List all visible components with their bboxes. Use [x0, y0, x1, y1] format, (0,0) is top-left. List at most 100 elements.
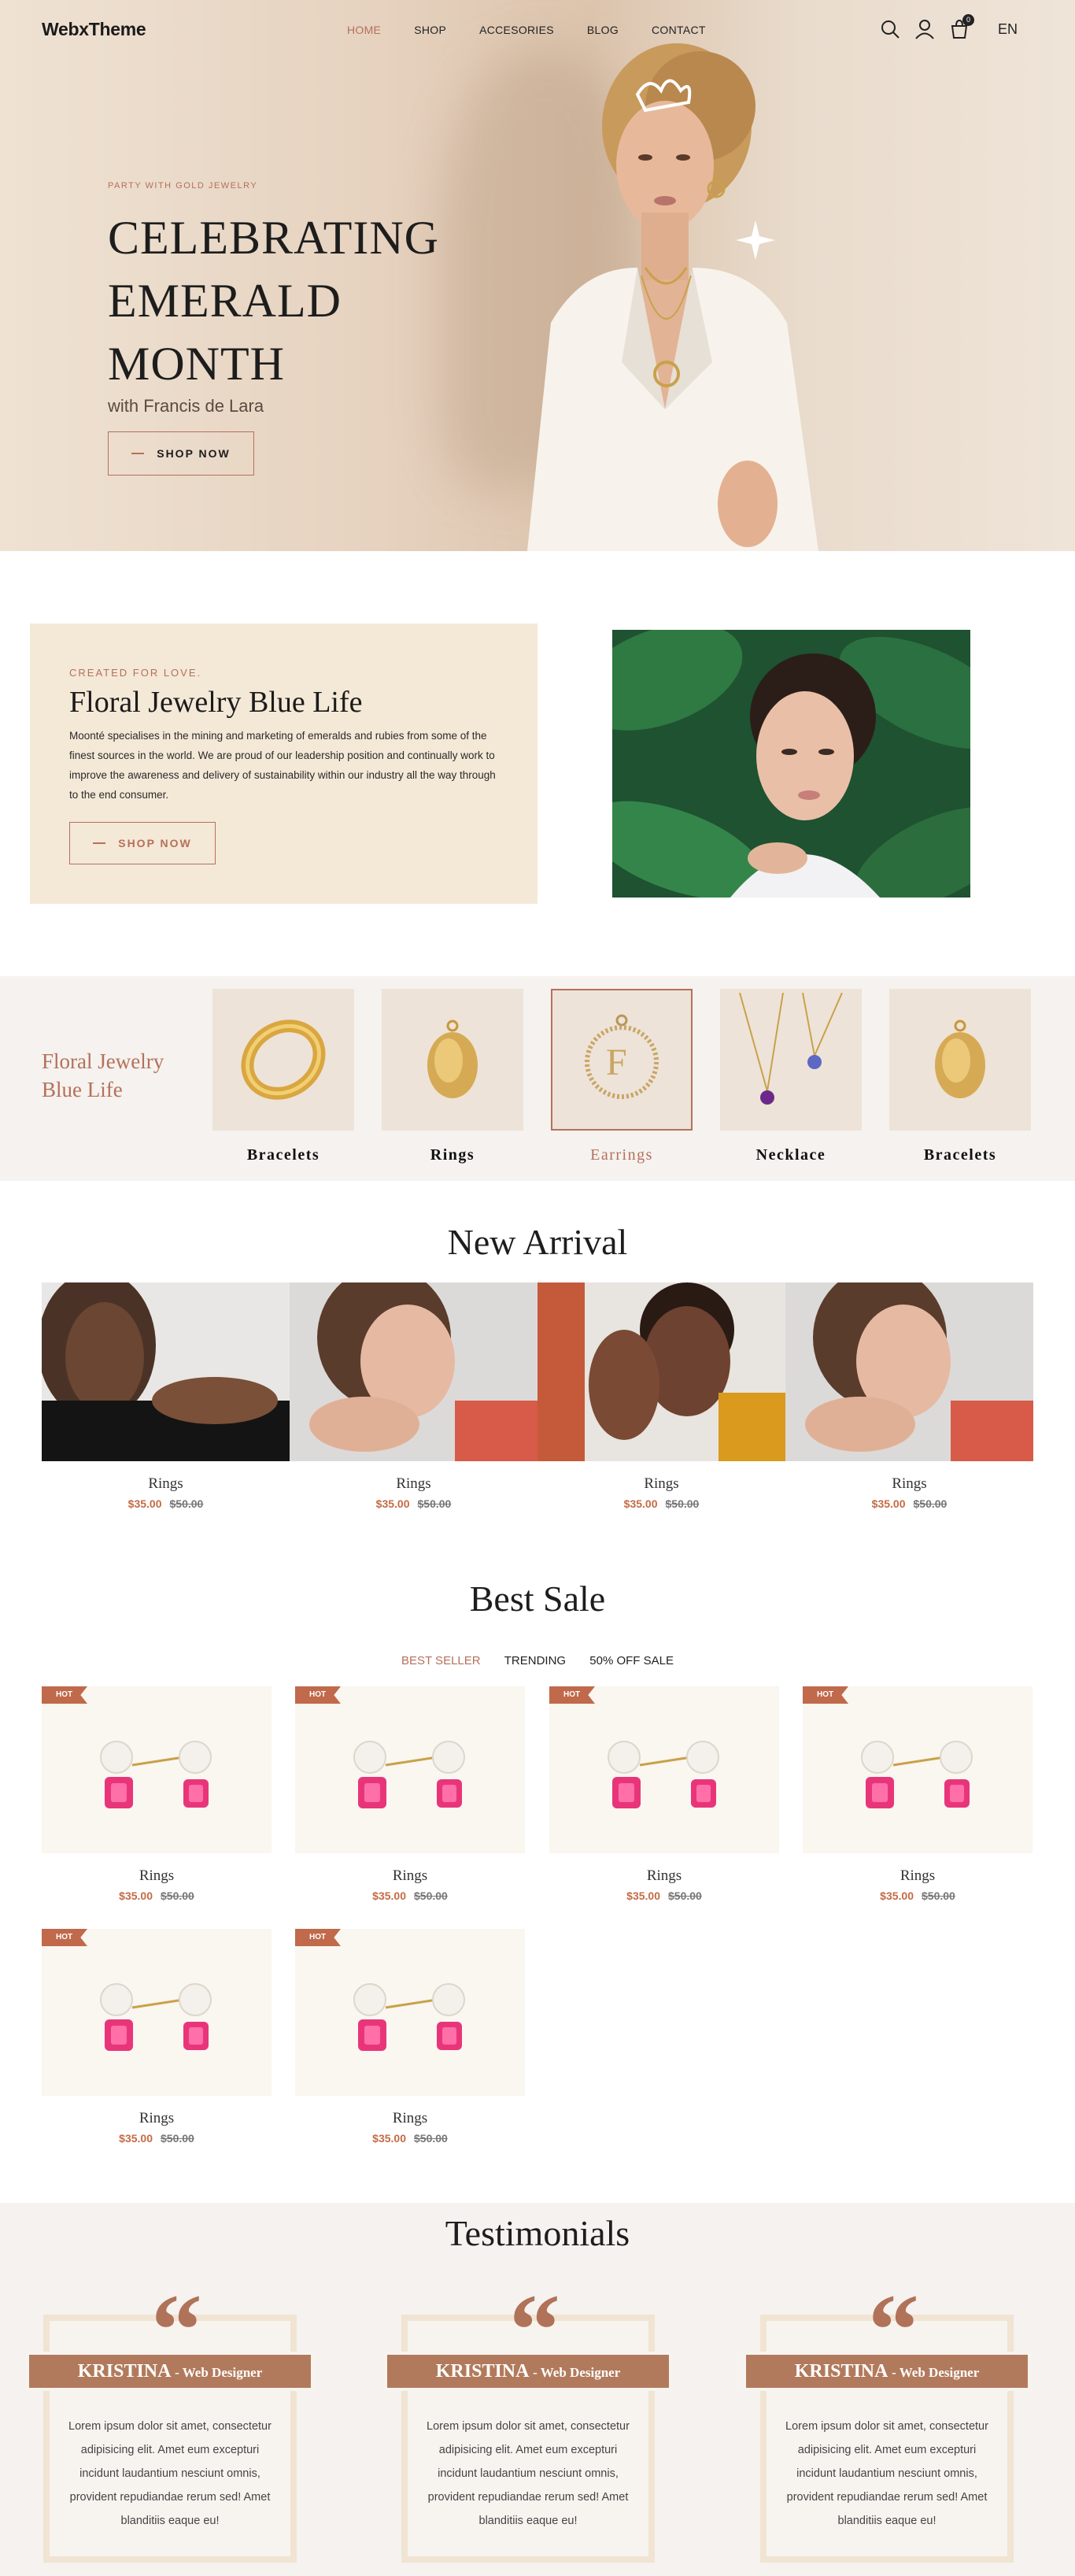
- product-name: Rings: [900, 1867, 936, 1884]
- author-role: - Web Designer: [175, 2365, 263, 2380]
- product-card[interactable]: HOT Rings $35.00 $50.00: [803, 1686, 1033, 1902]
- category-item-rings[interactable]: Rings: [382, 989, 523, 1164]
- old-price: $50.00: [414, 1889, 448, 1902]
- product-card[interactable]: HOT Rings $35.00 $50.00: [295, 1686, 525, 1902]
- gold-band-ring-icon: [241, 1020, 326, 1100]
- cart-button[interactable]: 0: [949, 14, 974, 39]
- old-price: $50.00: [414, 2132, 448, 2145]
- nav-accessories[interactable]: ACCESORIES: [479, 24, 554, 36]
- testimonial-author: KRISTINA - Web Designer: [746, 2355, 1028, 2388]
- intro-body: Moonté specialises in the mining and mar…: [69, 730, 496, 801]
- product-card[interactable]: Rings $35.00 $50.00: [538, 1282, 785, 1510]
- product-card[interactable]: HOT Rings $35.00 $50.00: [295, 1929, 525, 2145]
- product-image: [290, 1282, 538, 1461]
- dash-icon: [93, 842, 106, 844]
- product-card[interactable]: HOT Rings $35.00 $50.00: [549, 1686, 779, 1902]
- sale-price: $35.00: [623, 1497, 658, 1510]
- category-thumb: [382, 989, 523, 1131]
- site-header: WebxTheme HOME SHOP ACCESORIES BLOG CONT…: [0, 0, 1075, 63]
- best-sale-tabs: BEST SELLER TRENDING 50% OFF SALE: [0, 1654, 1075, 1667]
- sale-price: $35.00: [372, 2132, 406, 2145]
- oval-pendant-icon: [427, 1020, 478, 1098]
- site-logo[interactable]: WebxTheme: [42, 19, 146, 40]
- sale-price: $35.00: [626, 1889, 660, 1902]
- category-thumb: [720, 989, 862, 1131]
- testimonial-card: “ KRISTINA - Web Designer Lorem ipsum do…: [387, 2279, 669, 2563]
- category-item-necklace[interactable]: Necklace: [720, 989, 862, 1164]
- category-strip-title: Floral Jewelry Blue Life: [42, 1049, 164, 1101]
- sale-price: $35.00: [871, 1497, 906, 1510]
- old-price: $50.00: [169, 1497, 204, 1510]
- author-role: - Web Designer: [533, 2365, 621, 2380]
- product-price: $35.00 $50.00: [290, 1497, 538, 1510]
- intro-kicker: CREATED FOR LOVE.: [69, 667, 202, 679]
- header-icons: 0 EN: [880, 14, 1018, 39]
- product-card[interactable]: HOT Rings $35.00 $50.00: [42, 1686, 272, 1902]
- search-icon[interactable]: [880, 19, 900, 39]
- product-card[interactable]: Rings $35.00 $50.00: [42, 1282, 290, 1510]
- language-switcher[interactable]: EN: [998, 21, 1018, 38]
- old-price: $50.00: [161, 2132, 194, 2145]
- intro-title: Floral Jewelry Blue Life: [69, 686, 363, 719]
- best-sale-title: Best Sale: [469, 1579, 606, 1619]
- old-price: $50.00: [161, 1889, 194, 1902]
- intro-shop-now-label: SHOP NOW: [118, 837, 192, 849]
- product-name: Rings: [392, 2110, 428, 2126]
- product-price: $35.00 $50.00: [785, 1497, 1033, 1510]
- hot-badge: HOT: [549, 1686, 595, 1704]
- tab-trending[interactable]: TRENDING: [504, 1654, 566, 1667]
- product-card[interactable]: Rings $35.00 $50.00: [785, 1282, 1033, 1510]
- product-price: $35.00 $50.00: [42, 1497, 290, 1510]
- tab-50-off-sale[interactable]: 50% OFF SALE: [589, 1654, 674, 1667]
- hero-shop-now-label: SHOP NOW: [157, 447, 231, 460]
- category-label: Bracelets: [923, 1146, 997, 1164]
- nav-shop[interactable]: SHOP: [414, 24, 446, 36]
- product-card[interactable]: Rings $35.00 $50.00: [290, 1282, 538, 1510]
- product-name: Rings: [139, 1867, 175, 1884]
- product-image: HOT: [42, 1686, 272, 1853]
- hero-shop-now-button[interactable]: SHOP NOW: [108, 431, 254, 476]
- hero-title: CELEBRATING EMERALD MONTH: [108, 212, 439, 390]
- sale-price: $35.00: [375, 1497, 410, 1510]
- sale-price: $35.00: [372, 1889, 406, 1902]
- product-image: [785, 1282, 1033, 1461]
- product-price: $35.00 $50.00: [803, 1889, 1033, 1902]
- product-name: Rings: [396, 1475, 431, 1492]
- sale-price: $35.00: [119, 2132, 153, 2145]
- hero-subtitle: with Francis de Lara: [108, 396, 264, 416]
- hero-model-image: [527, 43, 818, 551]
- product-name: Rings: [392, 1867, 428, 1884]
- old-price: $50.00: [922, 1889, 955, 1902]
- category-thumb: [212, 989, 354, 1131]
- product-name: Rings: [646, 1867, 682, 1884]
- nav-home[interactable]: HOME: [347, 24, 381, 36]
- category-item-bracelets[interactable]: Bracelets: [212, 989, 354, 1164]
- category-label: Rings: [430, 1146, 475, 1164]
- old-price: $50.00: [913, 1497, 948, 1510]
- testimonials-title: Testimonials: [445, 2213, 630, 2253]
- hero-kicker: PARTY WITH GOLD JEWELRY: [108, 181, 258, 191]
- product-price: $35.00 $50.00: [538, 1497, 785, 1510]
- product-card[interactable]: HOT Rings $35.00 $50.00: [42, 1929, 272, 2145]
- intro-shop-now-button[interactable]: SHOP NOW: [69, 822, 216, 864]
- author-name: KRISTINA: [435, 2361, 529, 2382]
- product-image: [42, 1282, 290, 1461]
- model-with-leaves-image: [612, 630, 970, 898]
- category-item-earrings[interactable]: F Earrings: [551, 989, 693, 1164]
- product-price: $35.00 $50.00: [549, 1889, 779, 1902]
- product-image: HOT: [295, 1686, 525, 1853]
- dash-icon: [131, 453, 145, 454]
- nav-blog[interactable]: BLOG: [587, 24, 619, 36]
- nav-contact[interactable]: CONTACT: [652, 24, 706, 36]
- tab-best-seller[interactable]: BEST SELLER: [401, 1654, 481, 1667]
- testimonial-author: KRISTINA - Web Designer: [387, 2355, 669, 2388]
- product-name: Rings: [644, 1475, 679, 1492]
- product-price: $35.00 $50.00: [295, 1889, 525, 1902]
- new-arrival-title: New Arrival: [447, 1222, 628, 1262]
- category-item-bracelets-2[interactable]: Bracelets: [889, 989, 1031, 1164]
- category-label: Necklace: [755, 1146, 826, 1164]
- product-price: $35.00 $50.00: [42, 2132, 272, 2145]
- user-icon[interactable]: [914, 19, 935, 39]
- testimonial-text: Lorem ipsum dolor sit amet, consectetur …: [68, 2420, 272, 2527]
- product-image: HOT: [803, 1686, 1033, 1853]
